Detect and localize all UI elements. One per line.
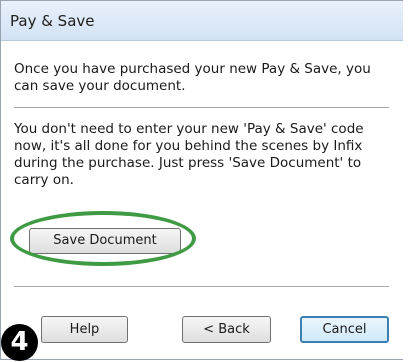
pay-and-save-dialog: Pay & Save Once you have purchased your …	[0, 0, 403, 360]
cancel-button[interactable]: Cancel	[300, 316, 389, 343]
save-document-button[interactable]: Save Document	[29, 228, 181, 254]
dialog-title-bar: Pay & Save	[1, 1, 403, 41]
intro-text: Once you have purchased your new Pay & S…	[14, 61, 371, 94]
divider	[14, 107, 389, 109]
back-button[interactable]: < Back	[182, 316, 271, 343]
dialog-title: Pay & Save	[10, 12, 95, 30]
help-button[interactable]: Help	[41, 316, 128, 343]
step-number-badge: 4	[1, 324, 38, 361]
footer-divider	[14, 286, 389, 288]
info-text: You don't need to enter your new 'Pay & …	[14, 121, 364, 188]
